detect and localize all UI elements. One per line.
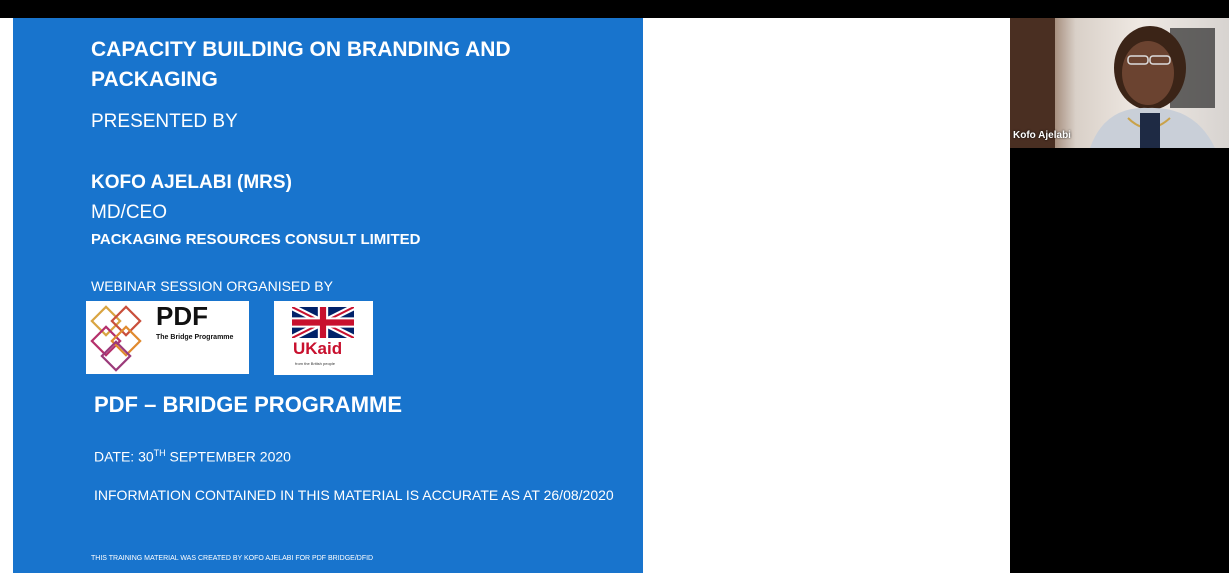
shared-screen-slide: CAPACITY BUILDING ON BRANDING AND PACKAG…: [13, 18, 643, 573]
presenter-name: KOFO AJELABI (MRS): [91, 172, 292, 193]
date-suffix: SEPTEMBER 2020: [165, 448, 291, 465]
pdf-diamonds-icon: [90, 305, 142, 372]
ukaid-text: UKaid: [293, 339, 343, 358]
top-bar: [0, 0, 1229, 18]
date-prefix: DATE: 30: [94, 448, 154, 465]
date-sup: TH: [153, 448, 166, 458]
slide-footer: THIS TRAINING MATERIAL WAS CREATED BY KO…: [91, 555, 374, 562]
info-note: INFORMATION CONTAINED IN THIS MATERIAL I…: [94, 487, 614, 503]
presented-by-label: PRESENTED BY: [91, 111, 238, 132]
organised-by-label: WEBINAR SESSION ORGANISED BY: [91, 278, 333, 294]
participant-video-tile[interactable]: Kofo Ajelabi: [1010, 18, 1229, 148]
programme-title: PDF – BRIDGE PROGRAMME: [94, 392, 403, 417]
company-name: PACKAGING RESOURCES CONSULT LIMITED: [91, 231, 421, 248]
participant-video-icon: [1010, 18, 1215, 148]
union-jack-icon: [292, 307, 354, 338]
ukaid-logo: UKaid from the British people: [274, 301, 373, 375]
ukaid-subtitle: from the British people: [295, 361, 336, 366]
slide-date: DATE: 30TH SEPTEMBER 2020: [94, 448, 291, 465]
pdf-logo-title: PDF: [156, 301, 208, 331]
pdf-logo-subtitle: The Bridge Programme: [156, 334, 234, 341]
presenter-role: MD/CEO: [91, 202, 167, 223]
participant-name-label: Kofo Ajelabi: [1013, 130, 1071, 141]
pdf-logo: PDF The Bridge Programme: [86, 301, 249, 374]
slide-title: CAPACITY BUILDING ON BRANDING AND PACKAG…: [91, 38, 511, 91]
